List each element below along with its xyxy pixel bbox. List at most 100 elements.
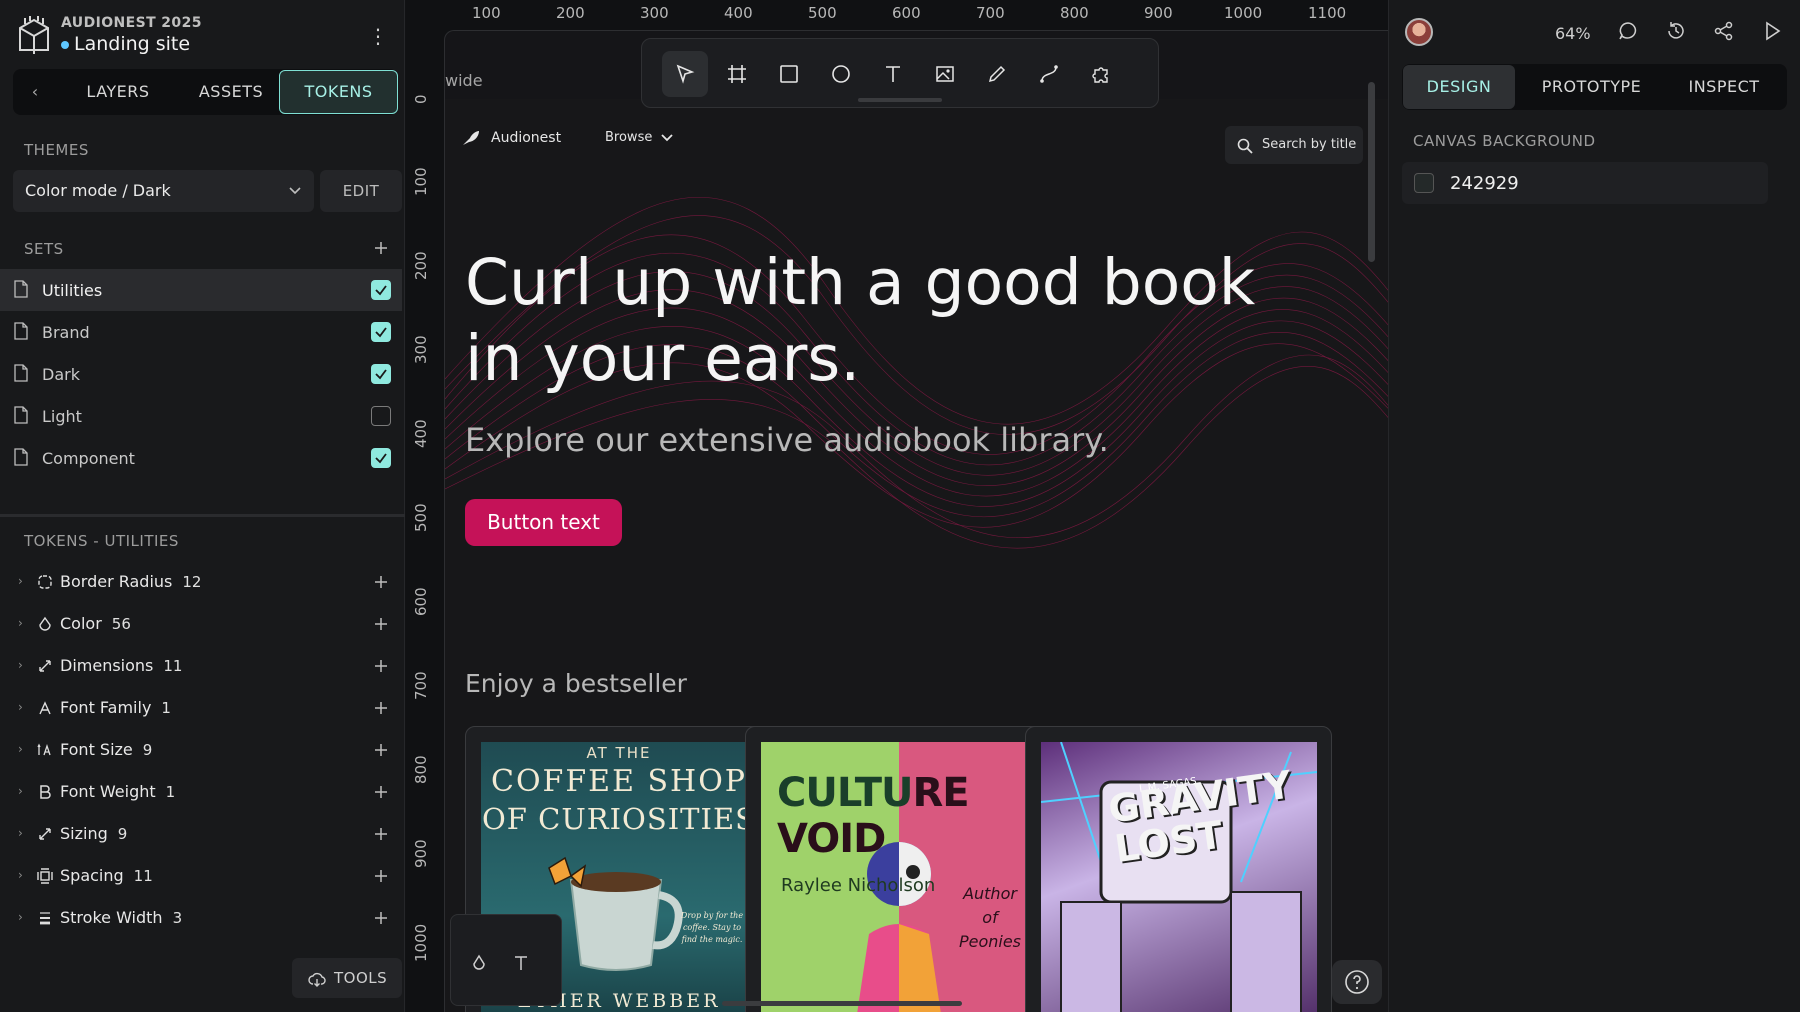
set-checkbox[interactable] <box>371 322 391 342</box>
token-row-spacing[interactable]: › Spacing 11 <box>0 855 402 897</box>
landing-frame[interactable]: Audionest Browse Search by title Curl up… <box>445 99 1406 1012</box>
token-row-font-family[interactable]: › Font Family 1 <box>0 687 402 729</box>
book-card[interactable]: L.M. SAGAS GRAVITY LOST <box>1025 726 1332 1012</box>
tab-layers[interactable]: LAYERS <box>63 69 173 115</box>
tool-board[interactable] <box>714 51 760 97</box>
chevron-right-icon[interactable]: › <box>18 826 23 840</box>
add-token-icon[interactable] <box>373 868 389 884</box>
token-row-sizing[interactable]: › Sizing 9 <box>0 813 402 855</box>
token-row-font-weight[interactable]: › Font Weight 1 <box>0 771 402 813</box>
color-drop-icon <box>39 616 51 631</box>
panel-divider[interactable] <box>0 514 405 517</box>
tools-label: TOOLS <box>334 969 388 987</box>
history-icon[interactable] <box>1665 20 1687 42</box>
image-icon <box>936 66 954 82</box>
chevron-right-icon[interactable]: › <box>18 658 23 672</box>
add-token-icon[interactable] <box>373 826 389 842</box>
hero-cta-button[interactable]: Button text <box>465 499 622 546</box>
edit-theme-button[interactable]: EDIT <box>320 170 402 212</box>
add-token-icon[interactable] <box>373 574 389 590</box>
comment-icon[interactable] <box>1617 20 1639 42</box>
token-group-name: Stroke Width 3 <box>60 908 183 927</box>
token-row-stroke-width[interactable]: › Stroke Width 3 <box>0 897 402 939</box>
token-row-font-size[interactable]: › Font Size 9 <box>0 729 402 771</box>
set-checkbox[interactable] <box>371 280 391 300</box>
left-sidebar: AUDIONEST 2025 Landing site ⋮ ‹ LAYERS A… <box>0 0 405 1012</box>
canvas-vertical-scrollbar[interactable] <box>1368 82 1375 262</box>
share-icon[interactable] <box>1713 20 1735 42</box>
chevron-right-icon[interactable]: › <box>18 700 23 714</box>
tools-button[interactable]: TOOLS <box>292 958 402 998</box>
browse-dropdown[interactable]: Browse <box>605 130 674 145</box>
project-name[interactable]: Landing site <box>61 33 190 55</box>
chevron-right-icon[interactable]: › <box>18 616 23 630</box>
left-tabs: ‹ LAYERS ASSETS TOKENS <box>13 69 398 115</box>
tool-rectangle[interactable] <box>766 51 812 97</box>
tab-assets[interactable]: ASSETS <box>176 69 286 115</box>
token-row-border-radius[interactable]: › Border Radius 12 <box>0 561 402 603</box>
tab-inspect[interactable]: INSPECT <box>1664 64 1784 110</box>
set-row-dark[interactable]: Dark <box>0 353 402 395</box>
token-group-name: Font Family 1 <box>60 698 171 717</box>
set-row-component[interactable]: Component <box>0 437 402 479</box>
add-token-icon[interactable] <box>373 658 389 674</box>
toolbar-drag-handle[interactable] <box>858 98 942 102</box>
artboard[interactable]: wide Audionest Browse Search by title Cu… <box>444 30 1406 1012</box>
token-group-name: Dimensions 11 <box>60 656 183 675</box>
avatar[interactable] <box>1405 18 1433 46</box>
tool-plugins[interactable] <box>1078 51 1124 97</box>
color-swatch[interactable] <box>1414 173 1434 193</box>
add-token-icon[interactable] <box>373 784 389 800</box>
chevron-right-icon[interactable]: › <box>18 784 23 798</box>
site-brand[interactable]: Audionest <box>461 129 561 147</box>
set-checkbox[interactable] <box>371 448 391 468</box>
chevron-right-icon[interactable]: › <box>18 910 23 924</box>
theme-select[interactable]: Color mode / Dark <box>13 170 314 212</box>
chevron-right-icon[interactable]: › <box>18 742 23 756</box>
zoom-level[interactable]: 64% <box>1555 24 1591 43</box>
tool-ellipse[interactable] <box>818 51 864 97</box>
set-row-utilities[interactable]: Utilities <box>0 269 402 311</box>
token-row-dimensions[interactable]: › Dimensions 11 <box>0 645 402 687</box>
token-group-name: Spacing 11 <box>60 866 153 885</box>
chevron-right-icon[interactable]: › <box>18 868 23 882</box>
canvas-background-field[interactable]: 242929 <box>1402 162 1768 204</box>
set-checkbox[interactable] <box>371 406 391 426</box>
tab-prototype[interactable]: PROTOTYPE <box>1524 64 1659 110</box>
add-token-icon[interactable] <box>373 742 389 758</box>
text-icon[interactable] <box>511 953 531 973</box>
chevron-right-icon[interactable]: › <box>18 574 23 588</box>
tool-path[interactable] <box>1026 51 1072 97</box>
set-checkbox[interactable] <box>371 364 391 384</box>
cover-note: Author of Peonies <box>958 884 1022 951</box>
book-card[interactable]: CULTURE VOID Raylee Nicholson Author of … <box>745 726 1052 1012</box>
token-group-name: Border Radius 12 <box>60 572 202 591</box>
set-row-light[interactable]: Light <box>0 395 402 437</box>
token-row-color[interactable]: › Color 56 <box>0 603 402 645</box>
themes-label: THEMES <box>24 141 89 159</box>
design-canvas[interactable]: 100 200 300 400 500 600 700 800 900 1000… <box>406 0 1406 1012</box>
canvas-horizontal-scrollbar[interactable] <box>722 1001 962 1006</box>
help-button[interactable] <box>1332 960 1382 1004</box>
set-row-brand[interactable]: Brand <box>0 311 402 353</box>
more-menu-icon[interactable]: ⋮ <box>368 24 388 48</box>
add-set-icon[interactable] <box>373 240 389 256</box>
canvas-background-value[interactable]: 242929 <box>1450 173 1519 194</box>
add-token-icon[interactable] <box>373 910 389 926</box>
book-cover: CULTURE VOID Raylee Nicholson Author of … <box>761 742 1037 1012</box>
tab-tokens[interactable]: TOKENS <box>279 70 398 114</box>
token-group-name: Color 56 <box>60 614 131 633</box>
tool-move[interactable] <box>662 51 708 97</box>
add-token-icon[interactable] <box>373 700 389 716</box>
add-token-icon[interactable] <box>373 616 389 632</box>
tool-pencil[interactable] <box>974 51 1020 97</box>
site-search[interactable]: Search by title <box>1225 126 1363 164</box>
tool-text[interactable] <box>870 51 916 97</box>
back-icon[interactable]: ‹ <box>23 80 47 104</box>
drawing-toolbar <box>641 38 1159 108</box>
tool-image[interactable] <box>922 51 968 97</box>
font-family-icon <box>39 701 51 715</box>
color-drop-icon[interactable] <box>469 953 489 973</box>
tab-design[interactable]: DESIGN <box>1403 65 1515 109</box>
play-icon[interactable] <box>1761 20 1783 42</box>
